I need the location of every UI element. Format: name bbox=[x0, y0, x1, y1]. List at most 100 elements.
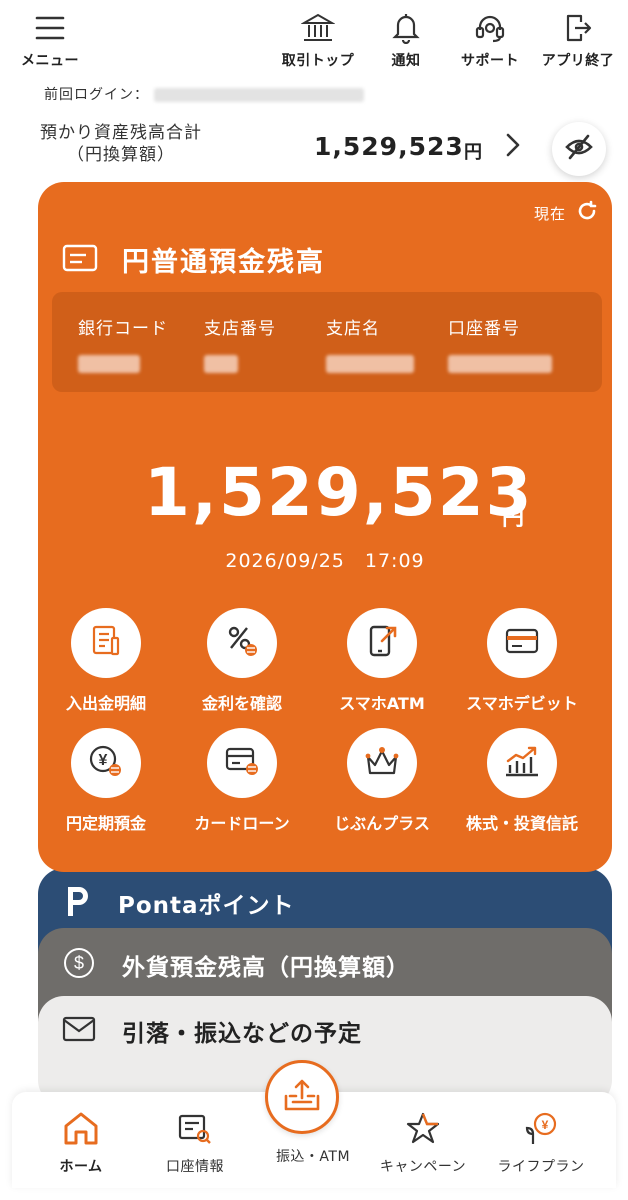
refresh-label: 現在 bbox=[533, 204, 566, 223]
tab-account-info[interactable]: 口座情報 bbox=[140, 1108, 250, 1176]
last-login: 前回ログイン： bbox=[44, 84, 365, 104]
star-icon bbox=[368, 1108, 478, 1148]
quick-action-investment[interactable]: 株式・投資信託 bbox=[452, 728, 592, 834]
nav-trade-top[interactable]: 取引トップ bbox=[272, 8, 364, 70]
account-balance-card: 現在 円普通預金残高 銀行コード 支店番号 支店名 口座番号 1,529,523… bbox=[38, 182, 612, 872]
envelope-icon bbox=[62, 1016, 96, 1046]
branch-number-masked bbox=[204, 355, 238, 373]
last-login-label: 前回ログイン： bbox=[44, 87, 149, 103]
tab-campaign[interactable]: キャンペーン bbox=[368, 1108, 478, 1176]
ponta-title: Pontaポイント bbox=[118, 893, 295, 919]
ponta-icon bbox=[62, 884, 92, 922]
chart-icon bbox=[504, 745, 540, 781]
tab-transfer-atm[interactable]: 振込・ATM bbox=[258, 1146, 368, 1166]
nav-trade-top-label: 取引トップ bbox=[281, 53, 355, 69]
total-assets-row[interactable]: 預かり資産残高合計 （円換算額） 1,529,523 円 bbox=[0, 122, 628, 176]
account-info-box: 銀行コード 支店番号 支店名 口座番号 bbox=[52, 292, 602, 392]
nav-exit-label: アプリ終了 bbox=[541, 53, 615, 69]
exit-icon bbox=[532, 8, 624, 48]
bank-icon bbox=[272, 8, 364, 48]
quick-action-interest-label: 金利を確認 bbox=[201, 694, 282, 713]
nav-support-label: サポート bbox=[461, 53, 519, 69]
bank-code: 銀行コード bbox=[78, 314, 168, 377]
account-number-masked bbox=[448, 355, 552, 373]
total-assets-label: 預かり資産残高合計 （円換算額） bbox=[40, 122, 202, 166]
quick-action-smartphone-atm[interactable]: スマホATM bbox=[312, 608, 452, 714]
bell-icon bbox=[360, 8, 452, 48]
balance-currency: 円 bbox=[502, 506, 525, 531]
nav-support[interactable]: サポート bbox=[444, 8, 536, 70]
nav-exit-app[interactable]: アプリ終了 bbox=[532, 8, 624, 70]
balance-timestamp: 2026/09/25 17:09 bbox=[225, 550, 425, 572]
quick-action-time-deposit-label: 円定期預金 bbox=[65, 814, 146, 833]
quick-action-statement-label: 入出金明細 bbox=[65, 694, 146, 713]
yen-coin-icon: ¥ bbox=[88, 744, 124, 782]
card-loan-icon bbox=[224, 745, 260, 781]
refresh-button[interactable]: 現在 bbox=[534, 200, 598, 226]
account-number: 口座番号 bbox=[448, 314, 552, 377]
hamburger-icon bbox=[4, 8, 96, 48]
svg-text:¥: ¥ bbox=[542, 1118, 549, 1132]
schedule-title: 引落・振込などの予定 bbox=[122, 1021, 362, 1047]
home-icon bbox=[26, 1108, 136, 1148]
fx-deposit-title: 外貨預金残高（円換算額） bbox=[122, 955, 410, 981]
percent-icon bbox=[225, 624, 259, 662]
tab-campaign-label: キャンペーン bbox=[379, 1159, 467, 1175]
tab-transfer-atm-label: 振込・ATM bbox=[275, 1149, 351, 1165]
chevron-right-icon[interactable] bbox=[500, 130, 526, 160]
quick-action-debit[interactable]: スマホデビット bbox=[452, 608, 592, 714]
headset-icon bbox=[444, 8, 536, 48]
top-nav: メニュー 取引トップ 通知 サポート アプリ終了 bbox=[0, 0, 628, 78]
passbook-icon bbox=[62, 244, 98, 276]
quick-action-debit-label: スマホデビット bbox=[466, 694, 578, 713]
svg-text:$: $ bbox=[74, 953, 84, 973]
tab-life-plan[interactable]: ¥ ライフプラン bbox=[486, 1108, 596, 1176]
total-assets-currency: 円 bbox=[464, 142, 482, 163]
life-plan-icon: ¥ bbox=[486, 1108, 596, 1148]
menu-label: メニュー bbox=[21, 53, 79, 69]
quick-action-interest[interactable]: 金利を確認 bbox=[172, 608, 312, 714]
branch-name-label: 支店名 bbox=[326, 319, 380, 339]
dollar-icon: $ bbox=[62, 946, 96, 984]
tab-home[interactable]: ホーム bbox=[26, 1108, 136, 1176]
tab-home-label: ホーム bbox=[59, 1159, 103, 1175]
quick-action-smartphone-atm-label: スマホATM bbox=[339, 694, 425, 713]
tab-account-info-label: 口座情報 bbox=[166, 1159, 224, 1175]
bank-code-label: 銀行コード bbox=[78, 319, 168, 339]
hide-balance-button[interactable] bbox=[552, 122, 606, 176]
account-title: 円普通預金残高 bbox=[122, 247, 325, 278]
branch-number-label: 支店番号 bbox=[204, 319, 276, 339]
quick-action-jibun-plus-label: じぶんプラス bbox=[334, 814, 430, 833]
svg-text:¥: ¥ bbox=[99, 752, 108, 769]
total-label-line1: 預かり資産残高合計 bbox=[40, 123, 202, 143]
tab-life-plan-label: ライフプラン bbox=[497, 1159, 585, 1175]
eye-slash-icon bbox=[564, 134, 594, 164]
smartphone-atm-icon bbox=[366, 623, 398, 663]
quick-action-jibun-plus[interactable]: じぶんプラス bbox=[312, 728, 452, 834]
quick-action-statement[interactable]: 入出金明細 bbox=[36, 608, 176, 714]
nav-notifications[interactable]: 通知 bbox=[360, 8, 452, 70]
account-info-icon bbox=[140, 1108, 250, 1148]
statement-icon bbox=[90, 624, 122, 662]
branch-number: 支店番号 bbox=[204, 314, 276, 377]
account-number-label: 口座番号 bbox=[448, 319, 520, 339]
crown-icon bbox=[364, 745, 400, 781]
nav-notifications-label: 通知 bbox=[391, 53, 421, 69]
transfer-atm-button[interactable] bbox=[265, 1060, 339, 1134]
branch-name-masked bbox=[326, 355, 414, 373]
branch-name: 支店名 bbox=[326, 314, 414, 377]
menu-button[interactable]: メニュー bbox=[4, 8, 96, 70]
refresh-icon bbox=[576, 200, 598, 226]
quick-action-time-deposit[interactable]: ¥ 円定期預金 bbox=[36, 728, 176, 834]
total-assets-amount: 1,529,523 bbox=[314, 132, 464, 161]
quick-action-card-loan[interactable]: カードローン bbox=[172, 728, 312, 834]
transfer-atm-icon bbox=[282, 1076, 322, 1118]
account-title-row: 円普通預金残高 bbox=[62, 240, 325, 279]
bank-code-masked bbox=[78, 355, 140, 373]
total-label-line2: （円換算額） bbox=[67, 145, 175, 165]
card-icon bbox=[505, 627, 539, 659]
quick-action-card-loan-label: カードローン bbox=[194, 814, 290, 833]
last-login-value-masked bbox=[154, 88, 365, 102]
quick-action-investment-label: 株式・投資信託 bbox=[465, 814, 578, 833]
balance-amount: 1,529,523 bbox=[144, 454, 534, 531]
